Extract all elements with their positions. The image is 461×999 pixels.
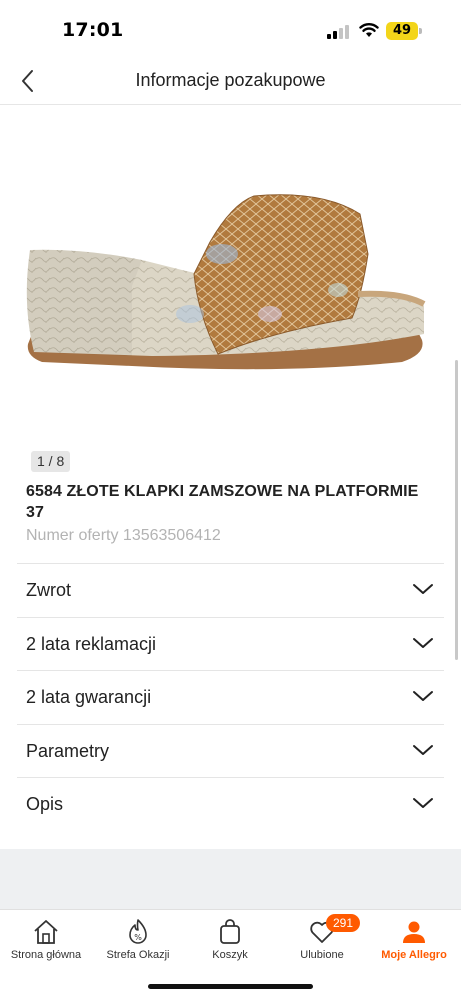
svg-text:%: % bbox=[134, 933, 142, 942]
nav-item-deals[interactable]: % Strefa Okazji bbox=[92, 910, 184, 970]
chevron-down-icon bbox=[413, 637, 433, 648]
scrollbar[interactable] bbox=[455, 360, 458, 660]
nav-label: Moje Allegro bbox=[381, 949, 447, 961]
status-bar: 17:01 49 bbox=[0, 0, 461, 58]
favorites-badge: 291 bbox=[326, 914, 361, 932]
wifi-icon bbox=[359, 23, 379, 37]
cart-bag-icon bbox=[220, 919, 240, 944]
accordion-label: Parametry bbox=[26, 740, 110, 761]
accordion-label: 2 lata reklamacji bbox=[26, 633, 157, 654]
info-accordion: Zwrot 2 lata reklamacji 2 lata gwarancji… bbox=[17, 563, 444, 831]
battery-tip bbox=[419, 28, 422, 34]
content-footer-band bbox=[0, 849, 461, 909]
status-time: 17:01 bbox=[62, 19, 124, 41]
nav-label: Strefa Okazji bbox=[106, 949, 170, 961]
signal-icon bbox=[327, 25, 349, 39]
page-title: Informacje pozakupowe bbox=[135, 70, 326, 90]
nav-item-favorites[interactable]: 291 Ulubione bbox=[276, 910, 368, 970]
accordion-item-parametry[interactable]: Parametry bbox=[17, 723, 444, 778]
nav-item-home[interactable]: Strona główna bbox=[0, 910, 92, 970]
home-icon bbox=[34, 920, 58, 944]
product-gallery[interactable] bbox=[0, 106, 461, 446]
accordion-label: Zwrot bbox=[26, 580, 71, 600]
battery-icon: 49 bbox=[386, 22, 418, 40]
chevron-down-icon bbox=[413, 584, 433, 594]
image-counter: 1 / 8 bbox=[31, 451, 71, 472]
nav-label: Ulubione bbox=[300, 949, 344, 961]
offer-number: Numer oferty 13563506412 bbox=[26, 527, 221, 544]
chevron-down-icon bbox=[413, 691, 433, 701]
user-icon bbox=[403, 921, 425, 943]
home-indicator bbox=[148, 984, 313, 989]
product-image[interactable] bbox=[22, 194, 434, 384]
accordion-item-gwarancja[interactable]: 2 lata gwarancji bbox=[17, 670, 444, 724]
product-title: 6584 ZŁOTE KLAPKI ZAMSZOWE NA PLATFORMIE… bbox=[26, 483, 419, 521]
chevron-down-icon bbox=[413, 798, 433, 808]
accordion-label: 2 lata gwarancji bbox=[26, 687, 152, 707]
nav-item-cart[interactable]: Koszyk bbox=[184, 910, 276, 970]
accordion-item-reklamacja[interactable]: 2 lata reklamacji bbox=[17, 616, 444, 671]
nav-label: Koszyk bbox=[212, 949, 248, 961]
accordion-label: Opis bbox=[26, 794, 64, 814]
percent-flame-icon: % bbox=[129, 919, 147, 944]
nav-item-my-allegro[interactable]: Moje Allegro bbox=[368, 910, 460, 970]
nav-label: Strona główna bbox=[10, 949, 82, 961]
accordion-item-zwrot[interactable]: Zwrot bbox=[17, 563, 444, 617]
app-header: Informacje pozakupowe bbox=[0, 58, 461, 105]
accordion-item-opis[interactable]: Opis bbox=[17, 777, 444, 831]
chevron-down-icon bbox=[413, 744, 433, 755]
